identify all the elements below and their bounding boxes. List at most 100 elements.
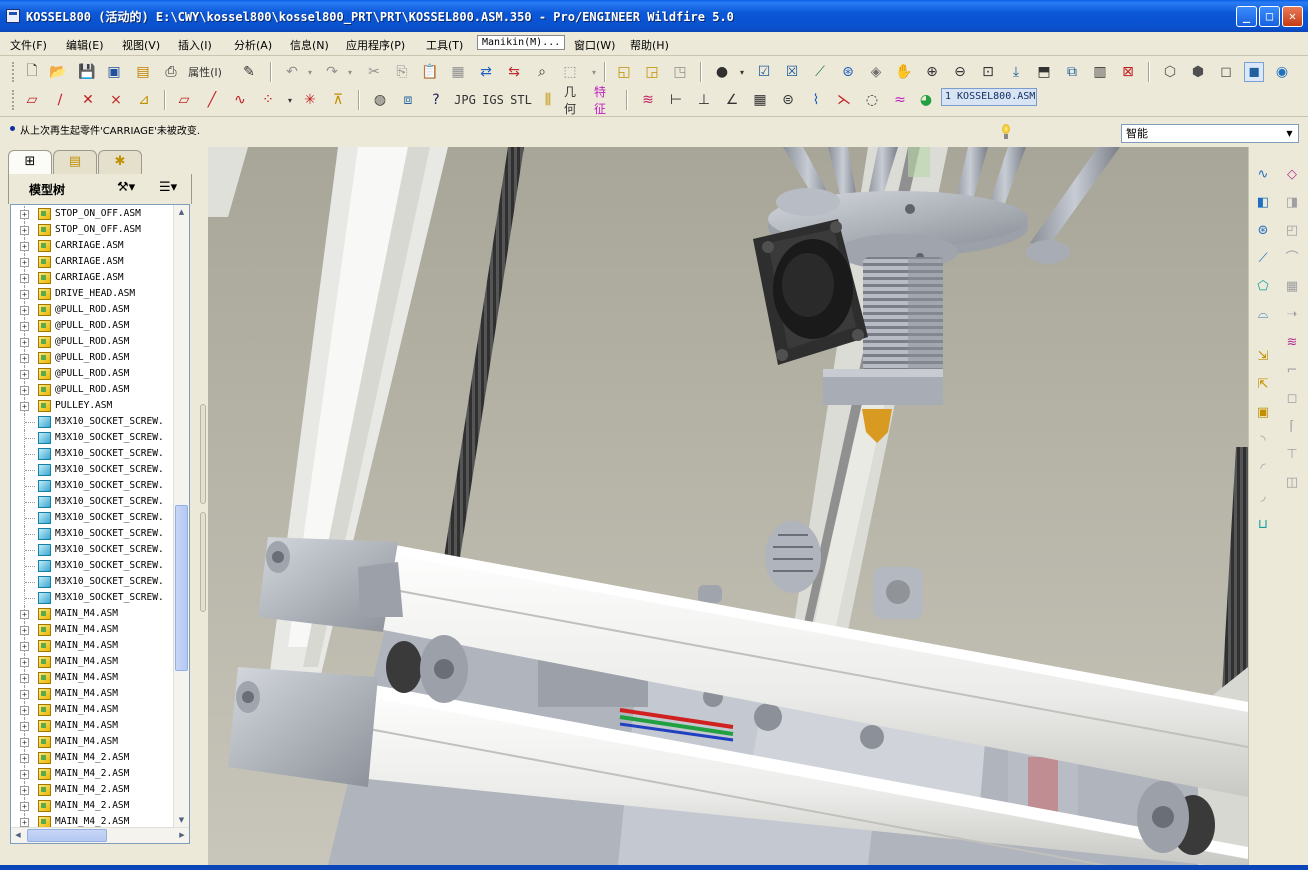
color-map-icon[interactable]: ◕ [916,90,936,110]
draft-check-icon[interactable]: ⋋ [834,90,854,110]
tree-item[interactable]: + MAIN_M4.ASM [11,718,175,734]
mass-props-icon[interactable]: ◌ [862,90,882,110]
sketch-plane-icon[interactable]: ◇ [1282,165,1302,185]
component-assemble-icon[interactable]: ⇲ [1253,347,1273,367]
chevron-down-icon[interactable]: ▼ [1282,126,1297,141]
datum-plane-icon[interactable]: ▱ [22,90,42,110]
help-context-icon[interactable]: ? [426,90,446,110]
annotation-icon[interactable]: ⊿ [134,90,154,110]
csys-tool-icon[interactable]: ✳ [300,90,320,110]
toolbar-grip[interactable] [12,62,15,82]
datum-point-icon[interactable]: ✕ [78,90,98,110]
expand-icon[interactable]: + [20,690,29,699]
sweep-icon[interactable]: ⟋ [1253,249,1273,269]
menu-analysis[interactable]: 分析(A) [234,37,272,53]
menu-insert[interactable]: 插入(I) [178,37,212,53]
tree-item[interactable]: + CARRIAGE.ASM [11,254,175,270]
app-icon[interactable] [6,9,20,23]
tree-item[interactable]: + CARRIAGE.ASM [11,238,175,254]
tree-item[interactable]: M3X10_SOCKET_SCREW. [11,590,175,606]
tab-model-tree[interactable]: ⊞ [8,150,52,175]
tree-item[interactable]: + MAIN_M4.ASM [11,622,175,638]
draft-icon[interactable]: ➝ [1282,305,1302,325]
menu-help[interactable]: 帮助(H) [630,37,669,53]
no-hidden-icon[interactable]: ◻ [1216,62,1236,82]
save-copy-icon[interactable]: ▣ [104,62,124,82]
tab-favorites[interactable]: ✱ [98,150,142,174]
scroll-right-icon[interactable]: ▶ [175,828,189,843]
menu-info[interactable]: 信息(N) [290,37,329,53]
backup-icon[interactable]: ▤ [133,62,153,82]
enhanced-realism-icon[interactable]: ◉ [1272,62,1292,82]
splitter-handle[interactable] [200,404,206,504]
layers-icon[interactable]: ⧉ [1062,62,1082,82]
expand-icon[interactable]: + [20,290,29,299]
curvature-icon[interactable]: ⌇ [806,90,826,110]
find-icon[interactable]: ⌕ [532,62,552,82]
expand-icon[interactable]: + [20,242,29,251]
expand-icon[interactable]: + [20,642,29,651]
point-tool-icon[interactable]: ⁘ [258,90,278,110]
geometry-button[interactable]: 几何 [564,85,586,116]
angle-icon[interactable]: ∠ [722,90,742,110]
tree-item[interactable]: M3X10_SOCKET_SCREW. [11,510,175,526]
curve-tool-icon[interactable]: ∿ [230,90,250,110]
tree-item[interactable]: + @PULL_ROD.ASM [11,382,175,398]
analysis-tool-icon[interactable]: ⊼ [328,90,348,110]
splitter-handle[interactable] [200,512,206,612]
tree-item[interactable]: + MAIN_M4_2.ASM [11,750,175,766]
scroll-down-icon[interactable]: ▼ [174,813,189,827]
flange-icon[interactable]: ⊔ [1253,515,1273,535]
tree-item[interactable]: + CARRIAGE.ASM [11,270,175,286]
panel-splitter[interactable] [198,146,208,866]
toolbar-grip[interactable] [12,90,15,110]
chamfer-icon[interactable]: ◜ [1253,459,1273,479]
scroll-left-icon[interactable]: ◀ [11,828,25,843]
sketch-icon[interactable]: ∿ [1253,165,1273,185]
tree-item[interactable]: + PULLEY.ASM [11,398,175,414]
properties-button[interactable]: 属性(I) [188,62,222,82]
menu-view[interactable]: 视图(V) [122,37,160,53]
distance-icon[interactable]: ⊢ [666,90,686,110]
select-dropdown-icon[interactable]: ▾ [584,62,604,82]
filter-select[interactable]: 智能 ▼ [1121,124,1299,143]
tree-item[interactable]: + MAIN_M4_2.ASM [11,782,175,798]
minimize-button[interactable]: _ [1236,6,1257,27]
diameter-icon[interactable]: ⊜ [778,90,798,110]
component-create-icon[interactable]: ⇱ [1253,375,1273,395]
expand-icon[interactable]: + [20,674,29,683]
point-dropdown-icon[interactable]: ▾ [280,90,300,110]
print-icon[interactable]: ⎙ [161,62,181,82]
save-icon[interactable]: 💾 [77,62,97,82]
expand-icon[interactable]: + [20,818,29,827]
scroll-thumb-horizontal[interactable] [27,829,107,842]
zoom-out-icon[interactable]: ⊖ [950,62,970,82]
tree-item[interactable]: M3X10_SOCKET_SCREW. [11,446,175,462]
close-window-icon[interactable]: ⊠ [1118,62,1138,82]
expand-icon[interactable]: + [20,338,29,347]
shell-icon[interactable]: ◰ [1282,221,1302,241]
expand-icon[interactable]: + [20,610,29,619]
tree-item[interactable]: M3X10_SOCKET_SCREW. [11,558,175,574]
expand-icon[interactable]: + [20,754,29,763]
boundary-blend-icon[interactable]: ⌓ [1253,305,1273,325]
tree-item[interactable]: + MAIN_M4.ASM [11,734,175,750]
render-icon[interactable]: ◍ [370,90,390,110]
expand-icon[interactable]: + [20,626,29,635]
expand-icon[interactable]: + [20,354,29,363]
redo-icon[interactable]: ↷ [322,62,342,82]
menu-window[interactable]: 窗口(W) [574,37,615,53]
paste-special-icon[interactable]: ▦ [448,62,468,82]
expand-icon[interactable]: + [20,370,29,379]
expand-icon[interactable]: + [20,386,29,395]
tree-item[interactable]: + @PULL_ROD.ASM [11,366,175,382]
tree-item[interactable]: M3X10_SOCKET_SCREW. [11,526,175,542]
hole-icon[interactable]: ◨ [1282,193,1302,213]
tree-item[interactable]: + MAIN_M4.ASM [11,702,175,718]
cut-icon[interactable]: ✂ [364,62,384,82]
solidify-icon[interactable]: ◫ [1282,473,1302,493]
wireframe-icon[interactable]: ⬡ [1160,62,1180,82]
spin-center-icon[interactable]: ⊛ [838,62,858,82]
expand-icon[interactable]: + [20,738,29,747]
menu-edit[interactable]: 编辑(E) [66,37,104,53]
